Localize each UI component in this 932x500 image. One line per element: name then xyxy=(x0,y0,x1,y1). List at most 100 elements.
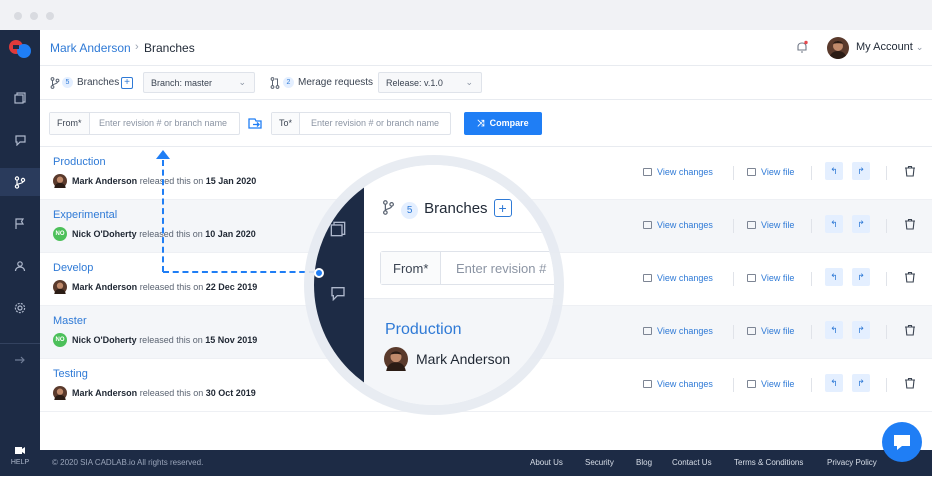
branch-select[interactable]: Branch: master ⌄ xyxy=(143,72,255,93)
branch-name-link[interactable]: Experimental xyxy=(53,209,117,221)
divider xyxy=(886,272,887,286)
merge-right-button[interactable]: ↱ xyxy=(852,374,870,392)
help-button[interactable]: HELP xyxy=(0,440,40,476)
magnifier-branch-name: Production xyxy=(385,321,462,338)
trash-icon[interactable] xyxy=(902,375,918,391)
footer-link-terms[interactable]: Terms & Conditions xyxy=(734,458,803,467)
release-date: 15 Nov 2019 xyxy=(205,335,258,345)
chevron-down-icon: ⌄ xyxy=(465,77,473,87)
branch-name-link[interactable]: Testing xyxy=(53,368,88,380)
merge-right-icon: ↱ xyxy=(857,325,865,335)
merge-left-button[interactable]: ↰ xyxy=(825,268,843,286)
release-select-value: Release: v.1.0 xyxy=(386,78,443,88)
merge-right-button[interactable]: ↱ xyxy=(852,268,870,286)
merge-right-button[interactable]: ↱ xyxy=(852,215,870,233)
chat-button[interactable] xyxy=(882,422,922,462)
merge-left-button[interactable]: ↰ xyxy=(825,374,843,392)
view-changes-button[interactable]: View changes xyxy=(643,167,713,177)
footer-link-privacy[interactable]: Privacy Policy xyxy=(827,458,877,467)
add-branch-button[interactable]: + xyxy=(121,77,133,89)
branch-name-link[interactable]: Production xyxy=(53,156,106,168)
compare-button[interactable]: ⤨ Compare xyxy=(464,112,542,135)
view-changes-button[interactable]: View changes xyxy=(643,326,713,336)
page-title: Branches xyxy=(144,41,195,55)
release-info: Mark Anderson released this on 22 Dec 20… xyxy=(72,282,257,292)
merge-left-button[interactable]: ↰ xyxy=(825,162,843,180)
magnifier-author: Mark Anderson xyxy=(416,351,511,367)
sidebar-item-branches[interactable] xyxy=(0,168,40,196)
magnifier-compare: From* Enter revision # xyxy=(364,233,554,299)
from-input[interactable]: Enter revision # or branch name xyxy=(99,118,227,128)
divider xyxy=(886,219,887,233)
footer-link-security[interactable]: Security xyxy=(585,458,614,467)
merge-right-button[interactable]: ↱ xyxy=(852,162,870,180)
branch-icon xyxy=(383,200,394,215)
view-file-button[interactable]: View file xyxy=(747,167,794,177)
merge-requests-label[interactable]: Merage requests xyxy=(298,77,373,88)
sidebar-item-comments[interactable] xyxy=(0,126,40,154)
branch-name-link[interactable]: Develop xyxy=(53,262,93,274)
window-minimize-dot[interactable] xyxy=(30,12,38,20)
author-avatar xyxy=(53,280,67,294)
release-verb: released this on xyxy=(139,335,203,345)
callout-line-horizontal xyxy=(163,271,315,273)
swap-icon[interactable] xyxy=(248,117,262,129)
divider xyxy=(733,272,734,286)
breadcrumb-chevron-icon: › xyxy=(135,41,139,53)
view-changes-button[interactable]: View changes xyxy=(643,273,713,283)
avatar-photo-icon xyxy=(54,282,66,294)
release-select[interactable]: Release: v.1.0 ⌄ xyxy=(378,72,482,93)
trash-icon[interactable] xyxy=(902,216,918,232)
merge-right-icon: ↱ xyxy=(857,166,865,176)
magnifier-sidebar xyxy=(314,165,364,405)
release-date: 22 Dec 2019 xyxy=(205,282,258,292)
account-menu[interactable]: My Account ⌄ xyxy=(856,41,923,53)
to-field[interactable]: To* Enter revision # or branch name xyxy=(271,112,451,135)
view-file-button[interactable]: View file xyxy=(747,273,794,283)
trash-icon[interactable] xyxy=(902,322,918,338)
merge-left-icon: ↰ xyxy=(830,219,838,229)
trash-icon[interactable] xyxy=(902,163,918,179)
view-file-button[interactable]: View file xyxy=(747,379,794,389)
merge-left-button[interactable]: ↰ xyxy=(825,215,843,233)
view-file-button[interactable]: View file xyxy=(747,220,794,230)
sidebar-item-flags[interactable] xyxy=(0,210,40,238)
to-input[interactable]: Enter revision # or branch name xyxy=(311,118,439,128)
trash-icon[interactable] xyxy=(902,269,918,285)
merge-right-button[interactable]: ↱ xyxy=(852,321,870,339)
compare-icon xyxy=(643,168,652,176)
from-field[interactable]: From* Enter revision # or branch name xyxy=(49,112,240,135)
branch-name-link[interactable]: Master xyxy=(53,315,87,327)
window-maximize-dot[interactable] xyxy=(46,12,54,20)
files-icon xyxy=(14,92,26,104)
sidebar-item-files[interactable] xyxy=(0,84,40,112)
compare-icon xyxy=(643,221,652,229)
callout-anchor-dot xyxy=(314,268,324,278)
merge-right-icon: ↱ xyxy=(857,272,865,282)
account-avatar[interactable] xyxy=(827,37,849,59)
sidebar-expand[interactable] xyxy=(0,346,40,374)
footer-link-about[interactable]: About Us xyxy=(530,458,563,467)
breadcrumb-user[interactable]: Mark Anderson xyxy=(50,41,131,55)
merge-right-icon: ↱ xyxy=(857,378,865,388)
view-changes-button[interactable]: View changes xyxy=(643,220,713,230)
footer-link-contact[interactable]: Contact Us xyxy=(672,458,712,467)
bell-icon[interactable] xyxy=(795,40,809,54)
window-close-dot[interactable] xyxy=(14,12,22,20)
magnifier-branches-count: 5 xyxy=(401,202,419,219)
release-verb: released this on xyxy=(139,229,203,239)
compare-bar: From* Enter revision # or branch name To… xyxy=(40,100,932,147)
cadlab-logo-icon[interactable] xyxy=(7,38,33,60)
footer-link-blog[interactable]: Blog xyxy=(636,458,652,467)
merge-left-button[interactable]: ↰ xyxy=(825,321,843,339)
file-icon xyxy=(747,380,756,388)
view-file-label: View file xyxy=(761,273,795,283)
view-file-button[interactable]: View file xyxy=(747,326,794,336)
sidebar-item-users[interactable] xyxy=(0,252,40,280)
author-name: Mark Anderson xyxy=(72,282,138,292)
sidebar-item-settings[interactable] xyxy=(0,294,40,322)
view-changes-button[interactable]: View changes xyxy=(643,379,713,389)
app-window: HELP Mark Anderson › Branches My Account… xyxy=(0,0,932,500)
branch-select-value: Branch: master xyxy=(151,78,213,88)
comments-icon xyxy=(14,135,26,146)
